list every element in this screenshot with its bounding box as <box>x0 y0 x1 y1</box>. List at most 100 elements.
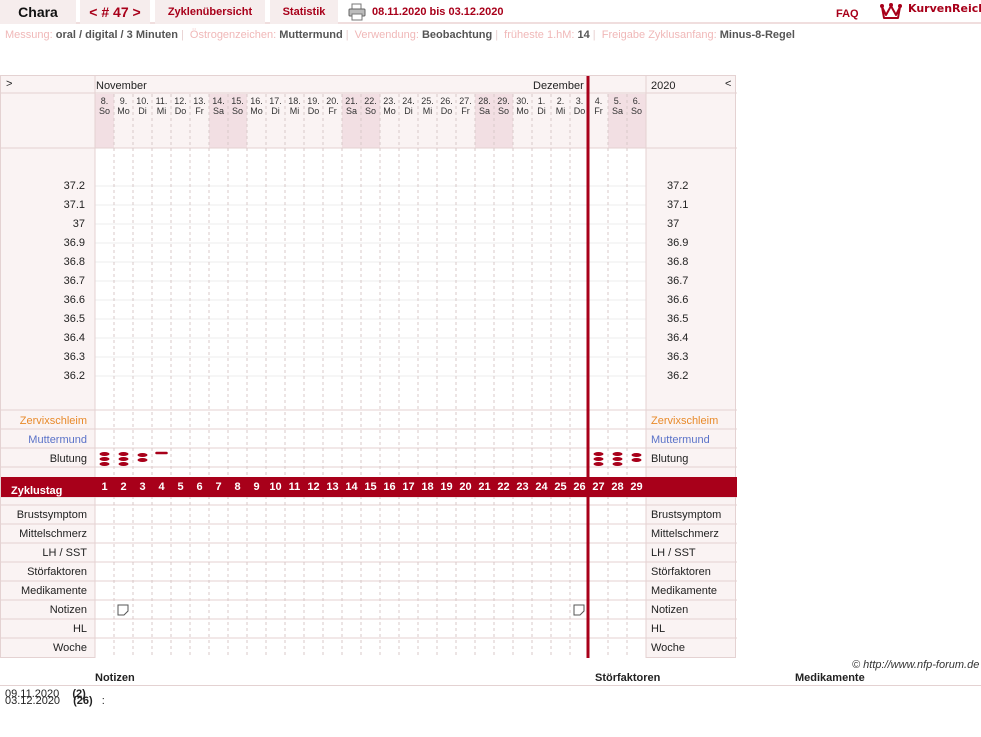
day-header[interactable]: 6. So <box>627 96 646 116</box>
day-header[interactable]: 9. Mo <box>114 96 133 116</box>
cycle-day-number: 20 <box>459 481 472 493</box>
cycle-day-number: 6 <box>196 481 203 493</box>
nav-prev-button[interactable]: > <box>6 78 12 90</box>
day-header[interactable]: 16. Mo <box>247 96 266 116</box>
settings-info-bar: Messung: oral / digital / 3 Minuten | Öst… <box>5 29 795 41</box>
day-header[interactable]: 21. Sa <box>342 96 361 116</box>
day-header[interactable]: 20. Fr <box>323 96 342 116</box>
info-value-estrogen: Muttermund <box>279 29 343 41</box>
temperature-label-right: 36.7 <box>667 275 689 287</box>
day-header[interactable]: 15. So <box>228 96 247 116</box>
row-label-blutung: Blutung <box>49 453 87 465</box>
user-name: Chara <box>0 0 76 24</box>
day-header[interactable]: 18. Mi <box>285 96 304 116</box>
day-weekday: Mo <box>250 106 263 116</box>
bleeding-mark <box>137 458 148 462</box>
row-label-woche: Woche <box>52 642 87 654</box>
bleeding-mark <box>593 457 604 461</box>
row-label-lh-sst-right: LH / SST <box>651 547 696 559</box>
kurvenreich-logo[interactable]: KurvenReich <box>880 0 981 22</box>
day-date: 12. <box>174 96 187 106</box>
day-header[interactable]: 12. Do <box>171 96 190 116</box>
day-header[interactable]: 2. Mi <box>551 96 570 116</box>
temperature-label: 36.5 <box>63 313 85 325</box>
bleeding-mark <box>118 462 129 466</box>
bleeding-mark <box>631 458 642 462</box>
month-label-december: Dezember <box>533 80 584 92</box>
day-date: 15. <box>231 96 244 106</box>
day-header[interactable]: 27. Fr <box>456 96 475 116</box>
day-header[interactable]: 14. Sa <box>209 96 228 116</box>
printer-icon[interactable] <box>347 3 367 21</box>
col-stoerfaktoren: Störfaktoren <box>595 672 661 684</box>
day-header[interactable]: 19. Do <box>304 96 323 116</box>
day-weekday: Mo <box>516 106 529 116</box>
temperature-label: 36.6 <box>63 294 85 306</box>
day-header[interactable]: 3. Do <box>570 96 589 116</box>
day-header[interactable]: 13. Fr <box>190 96 209 116</box>
faq-link[interactable]: FAQ <box>836 2 859 26</box>
info-label-usage: Verwendung: <box>354 29 419 41</box>
nav-next-button[interactable]: < <box>725 78 731 90</box>
temperature-label-right: 36.5 <box>667 313 689 325</box>
day-header[interactable]: 1. Di <box>532 96 551 116</box>
day-header[interactable]: 17. Di <box>266 96 285 116</box>
day-header[interactable]: 25. Mi <box>418 96 437 116</box>
notes-table-header: Notizen Störfaktoren Medikamente <box>0 672 981 686</box>
row-label-muttermund-right: Muttermund <box>651 434 710 446</box>
tab-statistics[interactable]: Statistik <box>270 0 338 24</box>
day-date: 24. <box>402 96 415 106</box>
cycle-day-number: 3 <box>139 481 146 493</box>
day-date: 11. <box>155 96 168 106</box>
tab-cycle-overview[interactable]: Zyklenübersicht <box>155 0 265 24</box>
temperature-label: 37 <box>72 218 85 230</box>
day-header[interactable]: 23. Mo <box>380 96 399 116</box>
bleeding-mark <box>99 462 110 466</box>
row-label-woche-right: Woche <box>651 642 686 654</box>
temperature-label-right: 36.4 <box>667 332 689 344</box>
note-date: 03.12.2020 <box>5 695 61 707</box>
cycle-day-number: 21 <box>478 481 491 493</box>
day-weekday: Mi <box>156 106 167 116</box>
cycle-navigator[interactable]: < # 47 > <box>80 0 150 24</box>
day-header[interactable]: 30. Mo <box>513 96 532 116</box>
day-header[interactable]: 10. Di <box>133 96 152 116</box>
copyright[interactable]: © http://www.nfp-forum.de <box>852 659 979 671</box>
day-header[interactable]: 29. So <box>494 96 513 116</box>
row-label-lh-sst: LH / SST <box>42 547 87 559</box>
day-date: 17. <box>269 96 282 106</box>
day-header[interactable]: 5. Sa <box>608 96 627 116</box>
day-header[interactable]: 28. Sa <box>475 96 494 116</box>
note-text: : <box>101 695 105 707</box>
info-label-measurement: Messung: <box>5 29 53 41</box>
cycle-day-number: 26 <box>573 481 586 493</box>
cycle-day-number: 5 <box>177 481 184 493</box>
day-header[interactable]: 4. Fr <box>589 96 608 116</box>
day-date: 4. <box>594 96 603 106</box>
day-weekday: Do <box>307 106 320 116</box>
top-bar: Chara < # 47 > Zyklenübersicht Statistik… <box>0 0 981 24</box>
year-label: 2020 <box>651 80 676 92</box>
temperature-label: 36.2 <box>63 370 85 382</box>
day-header[interactable]: 24. Di <box>399 96 418 116</box>
day-header[interactable]: 11. Mi <box>152 96 171 116</box>
day-header[interactable]: 26. Do <box>437 96 456 116</box>
temperature-label: 36.9 <box>63 237 85 249</box>
temperature-label-right: 37.2 <box>667 180 689 192</box>
temperature-label: 36.4 <box>63 332 85 344</box>
day-header[interactable]: 22. So <box>361 96 380 116</box>
temperature-label-right: 37 <box>667 218 680 230</box>
day-weekday: Mi <box>289 106 300 116</box>
cycle-day-number: 2 <box>120 481 127 493</box>
day-weekday: So <box>98 106 110 116</box>
day-weekday: Sa <box>611 106 623 116</box>
bleeding-mark <box>118 452 129 456</box>
row-label-hl: HL <box>72 623 87 635</box>
chart-grid <box>1 76 737 658</box>
row-label-mittelschmerz: Mittelschmerz <box>19 528 87 540</box>
info-label-earliest-hm: früheste 1.hM: <box>504 29 575 41</box>
crown-icon <box>880 3 902 19</box>
day-weekday: Sa <box>478 106 490 116</box>
day-header[interactable]: 8. So <box>95 96 114 116</box>
day-date: 28. <box>478 96 491 106</box>
